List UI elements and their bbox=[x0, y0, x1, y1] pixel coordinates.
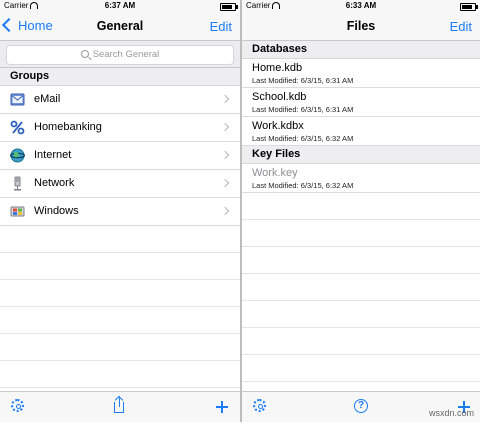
file-name: Home.kdb bbox=[252, 62, 303, 74]
percent-icon bbox=[10, 120, 25, 135]
file-name: School.kdb bbox=[252, 91, 307, 103]
email-icon bbox=[10, 93, 25, 106]
chevron-right-icon bbox=[220, 150, 230, 160]
chevron-right-icon bbox=[220, 206, 230, 216]
nav-bar: Home General Edit bbox=[0, 12, 240, 41]
database-row-work[interactable]: Work.kdbx Last Modified: 6/3/15, 6:32 AM bbox=[242, 117, 480, 146]
group-label: Windows bbox=[34, 205, 79, 217]
bottom-toolbar bbox=[0, 391, 240, 422]
search-input[interactable]: Search General bbox=[6, 45, 234, 65]
chevron-right-icon bbox=[220, 178, 230, 188]
search-bar: Search General bbox=[0, 41, 240, 68]
group-row-internet[interactable]: Internet bbox=[0, 142, 240, 170]
plus-icon[interactable] bbox=[216, 401, 228, 413]
status-bar: Carrier 6:33 AM bbox=[242, 0, 480, 12]
group-row-homebanking[interactable]: Homebanking bbox=[0, 114, 240, 142]
watermark: wsxdn.com bbox=[428, 408, 474, 418]
help-icon[interactable]: ? bbox=[354, 399, 368, 413]
file-modified: Last Modified: 6/3/15, 6:31 AM bbox=[252, 76, 354, 85]
chevron-right-icon bbox=[220, 94, 230, 104]
gear-icon[interactable] bbox=[253, 399, 266, 412]
group-label: Internet bbox=[34, 149, 72, 161]
file-name: Work.kdbx bbox=[252, 120, 304, 132]
search-icon bbox=[80, 50, 89, 58]
group-row-email[interactable]: eMail bbox=[0, 86, 240, 114]
group-label: Network bbox=[34, 177, 75, 189]
gear-icon[interactable] bbox=[11, 399, 24, 412]
network-icon bbox=[14, 176, 21, 191]
empty-list-area bbox=[0, 226, 240, 415]
edit-button[interactable]: Edit bbox=[450, 19, 472, 34]
section-header-databases: Databases bbox=[242, 41, 480, 59]
database-row-home[interactable]: Home.kdb Last Modified: 6/3/15, 6:31 AM bbox=[242, 59, 480, 88]
group-row-network[interactable]: Network bbox=[0, 170, 240, 198]
files-screen: Carrier 6:33 AM Files Edit Databases Hom… bbox=[242, 0, 480, 422]
status-bar: Carrier 6:37 AM bbox=[0, 0, 240, 12]
section-header-groups: Groups bbox=[0, 68, 240, 86]
group-label: eMail bbox=[34, 93, 61, 105]
share-icon[interactable] bbox=[114, 397, 124, 413]
database-row-school[interactable]: School.kdb Last Modified: 6/3/15, 6:31 A… bbox=[242, 88, 480, 117]
file-modified: Last Modified: 6/3/15, 6:32 AM bbox=[252, 181, 354, 190]
globe-icon bbox=[10, 148, 25, 163]
page-title: General bbox=[96, 19, 144, 33]
section-header-key-files: Key Files bbox=[242, 146, 480, 164]
empty-list-area bbox=[242, 193, 480, 409]
status-time: 6:33 AM bbox=[345, 1, 377, 10]
battery-icon bbox=[460, 3, 478, 11]
battery-icon bbox=[220, 3, 238, 11]
group-row-windows[interactable]: Windows bbox=[0, 198, 240, 226]
file-modified: Last Modified: 6/3/15, 6:32 AM bbox=[252, 134, 354, 143]
page-title: Files bbox=[346, 19, 376, 33]
file-name: Work.key bbox=[252, 167, 298, 179]
group-label: Homebanking bbox=[34, 121, 102, 133]
status-time: 6:37 AM bbox=[104, 1, 136, 10]
file-modified: Last Modified: 6/3/15, 6:31 AM bbox=[252, 105, 354, 114]
keyfile-row-work[interactable]: Work.key Last Modified: 6/3/15, 6:32 AM bbox=[242, 164, 480, 193]
edit-button[interactable]: Edit bbox=[210, 19, 232, 34]
nav-bar: Files Edit bbox=[242, 12, 480, 41]
chevron-right-icon bbox=[220, 122, 230, 132]
windows-icon bbox=[10, 206, 25, 217]
general-screen: Carrier 6:37 AM Home General Edit Search… bbox=[0, 0, 240, 422]
